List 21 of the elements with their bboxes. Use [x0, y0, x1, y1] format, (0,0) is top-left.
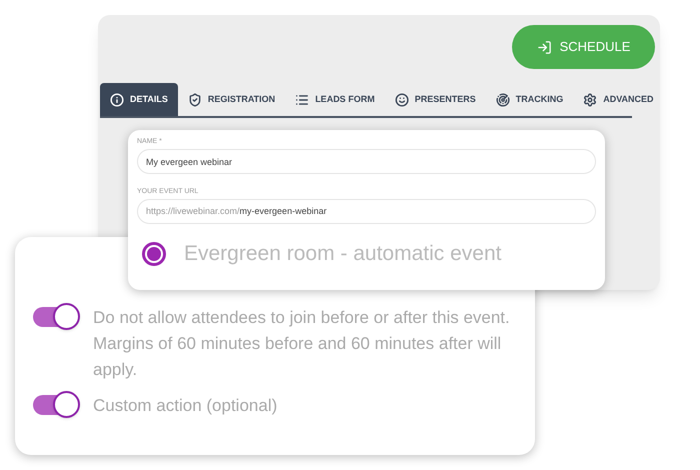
radar-icon — [496, 92, 510, 106]
info-icon — [110, 92, 124, 106]
list-icon — [295, 92, 310, 106]
toggle-label: Do not allow attendees to join before or after this event. Margins of 60 minutes before and 60 minutes after will apply. — [93, 307, 511, 381]
tab[interactable]: REGISTRATION — [178, 83, 286, 116]
tab[interactable]: PRESENTERS — [384, 83, 486, 116]
face-icon — [394, 92, 409, 106]
enter-icon — [536, 40, 552, 54]
tab[interactable]: TRACKING — [486, 83, 574, 116]
name-field[interactable]: My evergeen webinar — [137, 149, 596, 174]
tab[interactable]: ADVANCED — [573, 83, 664, 116]
radio-button[interactable] — [142, 242, 166, 266]
radio-label: Evergreen room - automatic event — [184, 241, 502, 267]
url-value: my-evergeen-webinar — [240, 204, 327, 218]
settings-icon — [583, 92, 598, 106]
shield-check-icon — [188, 92, 202, 106]
tab[interactable]: LEADS FORM — [285, 83, 385, 116]
url-prefix: https://livewebinar.com/ — [146, 204, 240, 218]
url-field[interactable]: https://livewebinar.com/my-evergeen-webinar — [137, 199, 596, 224]
tab[interactable]: DETAILS — [100, 83, 178, 116]
toggle-label: Custom action (optional) — [93, 395, 278, 417]
